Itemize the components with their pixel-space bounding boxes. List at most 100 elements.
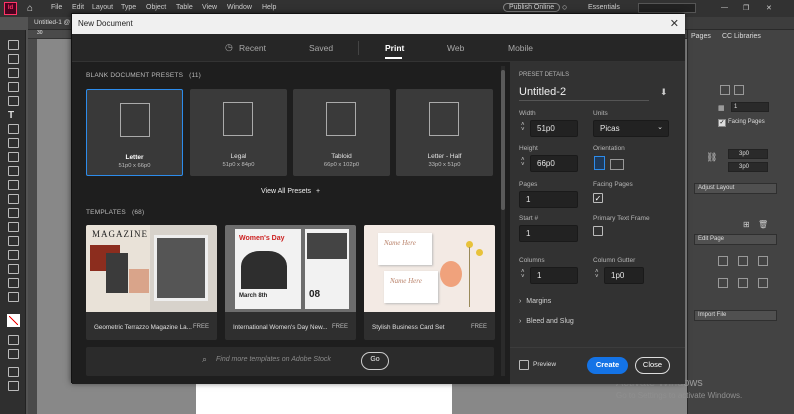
pages-count-field[interactable]: 1: [731, 102, 769, 112]
scissors-tool-icon[interactable]: [8, 194, 19, 204]
zoom-tool-icon[interactable]: [8, 292, 19, 302]
close-window-icon[interactable]: ✕: [766, 4, 772, 12]
units-select[interactable]: Picas ⌄: [593, 120, 669, 137]
stock-search-bar[interactable]: ⌕ Find more templates on Adobe Stock Go: [86, 347, 494, 376]
distribute-icon-1[interactable]: [718, 278, 728, 288]
margins-expander[interactable]: › Margins: [519, 298, 551, 305]
minimize-window-icon[interactable]: —: [721, 4, 728, 11]
direct-selection-tool-icon[interactable]: [8, 54, 19, 64]
facing-pages-checkbox[interactable]: ✓: [593, 193, 603, 203]
type-tool-icon[interactable]: T: [8, 110, 19, 121]
distribute-icon-2[interactable]: [738, 278, 748, 288]
selection-tool-icon[interactable]: [8, 40, 19, 50]
template-card[interactable]: MAGAZINE Geometric Terrazzo Magazine La.…: [86, 225, 217, 340]
tab-recent[interactable]: Recent: [239, 43, 266, 53]
menu-view[interactable]: View: [202, 4, 217, 11]
width-stepper-icon[interactable]: ˄ ˅: [521, 122, 525, 133]
adjust-layout-button[interactable]: Adjust Layout: [694, 183, 777, 194]
align-icon-1[interactable]: [718, 256, 728, 266]
menu-edit[interactable]: Edit: [72, 4, 84, 11]
preset-legal[interactable]: Legal 51p0 x 84p0: [190, 89, 287, 176]
menu-file[interactable]: File: [51, 4, 62, 11]
search-icon[interactable]: ○: [562, 2, 567, 12]
distribute-icon-3[interactable]: [758, 278, 768, 288]
column-gutter-field[interactable]: 1p0: [604, 267, 644, 284]
tab-pages[interactable]: Pages: [691, 33, 711, 40]
landscape-orientation-icon[interactable]: [610, 159, 624, 170]
panel-trash-icon[interactable]: 🗑: [758, 220, 768, 230]
import-file-button[interactable]: Import File: [694, 310, 777, 321]
tab-mobile[interactable]: Mobile: [508, 43, 533, 53]
free-transform-tool-icon[interactable]: [8, 208, 19, 218]
workspace-switcher[interactable]: Essentials: [588, 4, 620, 11]
apply-none-icon[interactable]: [8, 349, 19, 359]
hand-tool-icon[interactable]: [8, 278, 19, 288]
gap-tool-icon[interactable]: [8, 82, 19, 92]
page-icon-2[interactable]: [734, 85, 744, 95]
create-button[interactable]: Create: [587, 357, 628, 374]
preset-tabloid[interactable]: Tabloid 66p0 x 102p0: [293, 89, 390, 176]
formatting-container-icon[interactable]: [8, 335, 19, 345]
page-icon-1[interactable]: [720, 85, 730, 95]
template-card[interactable]: Women's Day March 8th 08 International W…: [225, 225, 356, 340]
height-stepper-icon[interactable]: ˄ ˅: [521, 157, 525, 168]
document-name-field[interactable]: Untitled-2: [519, 86, 649, 101]
home-icon[interactable]: ⌂: [27, 3, 33, 14]
menu-object[interactable]: Object: [146, 4, 166, 11]
content-collector-icon[interactable]: [8, 96, 19, 106]
edit-page-button[interactable]: Edit Page: [694, 234, 777, 245]
gradient-feather-tool-icon[interactable]: [8, 236, 19, 246]
width-field[interactable]: 51p0: [530, 120, 578, 137]
preview-checkbox[interactable]: [519, 360, 529, 370]
align-icon-2[interactable]: [738, 256, 748, 266]
menu-table[interactable]: Table: [176, 4, 193, 11]
facing-pages-checkbox[interactable]: ✓: [718, 119, 726, 127]
rectangle-frame-tool-icon[interactable]: [8, 166, 19, 176]
tab-saved[interactable]: Saved: [309, 43, 333, 53]
menu-type[interactable]: Type: [121, 4, 136, 11]
close-button[interactable]: Close: [635, 357, 670, 374]
tab-print[interactable]: Print: [385, 43, 404, 53]
menu-layout[interactable]: Layout: [92, 4, 113, 11]
preset-letter-half[interactable]: Letter - Half 33p0 x 51p0: [396, 89, 493, 176]
rectangle-tool-icon[interactable]: [8, 180, 19, 190]
view-all-presets-link[interactable]: View All Presets +: [261, 188, 320, 195]
save-preset-icon[interactable]: ⬇: [660, 87, 668, 98]
gutter-stepper-icon[interactable]: ˄ ˅: [595, 269, 599, 280]
chain-link-icon[interactable]: ⛓: [706, 152, 717, 163]
line-tool-icon[interactable]: [8, 124, 19, 134]
pencil-tool-icon[interactable]: [8, 152, 19, 162]
columns-stepper-icon[interactable]: ˄ ˅: [521, 269, 525, 280]
preset-letter[interactable]: Letter 51p0 x 66p0: [86, 89, 183, 176]
scrollbar-thumb[interactable]: [501, 70, 505, 210]
document-tab[interactable]: Untitled-1 @: [34, 19, 70, 26]
publish-online-button[interactable]: Publish Online: [503, 3, 561, 12]
gradient-swatch-tool-icon[interactable]: [8, 222, 19, 232]
tab-cc-libraries[interactable]: CC Libraries: [722, 33, 761, 40]
portrait-orientation-icon[interactable]: [594, 156, 605, 170]
page-tool-icon[interactable]: [8, 68, 19, 78]
tab-web[interactable]: Web: [447, 43, 464, 53]
stock-search-placeholder[interactable]: Find more templates on Adobe Stock: [216, 356, 331, 363]
primary-text-frame-checkbox[interactable]: [593, 226, 603, 236]
margin-spinner-2[interactable]: 3p0: [728, 162, 768, 172]
margin-spinner-1[interactable]: 3p0: [728, 149, 768, 159]
pages-field[interactable]: 1: [519, 191, 578, 208]
restore-window-icon[interactable]: ❐: [743, 4, 749, 12]
go-button[interactable]: Go: [361, 352, 389, 370]
eyedropper-tool-icon[interactable]: [8, 264, 19, 274]
height-field[interactable]: 66p0: [530, 155, 578, 172]
stock-search-field[interactable]: [638, 3, 696, 13]
columns-field[interactable]: 1: [530, 267, 578, 284]
template-card[interactable]: Name Here Name Here Stylish Business Car…: [364, 225, 495, 340]
align-icon-3[interactable]: [758, 256, 768, 266]
preview-mode-icon[interactable]: [8, 381, 19, 391]
bleed-slug-expander[interactable]: › Bleed and Slug: [519, 318, 574, 325]
panel-add-icon[interactable]: ⊞: [743, 220, 753, 230]
screen-mode-icon[interactable]: [8, 367, 19, 377]
start-page-field[interactable]: 1: [519, 225, 578, 242]
dialog-close-icon[interactable]: ✕: [670, 17, 679, 30]
menu-help[interactable]: Help: [262, 4, 276, 11]
menu-window[interactable]: Window: [227, 4, 252, 11]
note-tool-icon[interactable]: [8, 250, 19, 260]
